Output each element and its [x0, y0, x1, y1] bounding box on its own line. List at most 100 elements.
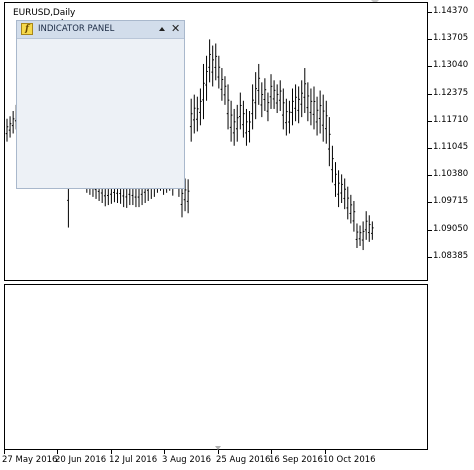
ohlc-bar	[272, 80, 276, 109]
ohlc-bar	[257, 63, 261, 105]
ohlc-bar	[367, 215, 371, 242]
ohlc-bar	[199, 88, 202, 126]
ohlc-bar	[226, 84, 230, 130]
indicator-panel[interactable]: f INDICATOR PANEL ✕	[16, 20, 185, 189]
time-navigation-marker-icon[interactable]	[215, 446, 221, 450]
ohlc-bar	[355, 223, 359, 249]
ohlc-bar	[189, 98, 193, 142]
date-tick	[57, 450, 58, 454]
ohlc-bar	[8, 116, 12, 138]
ohlc-bar	[186, 179, 190, 214]
ohlc-bar	[202, 63, 205, 120]
price-tick-label: 1.10380	[433, 169, 469, 180]
ohlc-bar	[254, 72, 257, 120]
date-tick	[111, 450, 112, 454]
date-tick-label: 3 Aug 2016	[162, 455, 212, 465]
price-tick-label: 1.13705	[433, 33, 469, 44]
ohlc-bar	[239, 92, 242, 130]
ohlc-bar	[288, 100, 291, 134]
price-tick-label: 1.11045	[433, 142, 469, 152]
ohlc-bar	[211, 45, 214, 87]
date-tick	[218, 450, 219, 454]
ohlc-bar	[352, 200, 356, 232]
ohlc-bar	[232, 108, 236, 146]
date-tick-label: 25 Aug 2016	[216, 455, 271, 465]
ohlc-bar	[223, 76, 227, 105]
price-tick	[428, 66, 432, 68]
ohlc-bar	[371, 221, 374, 240]
date-tick	[164, 450, 165, 454]
ohlc-bar	[285, 98, 288, 136]
ohlc-bar	[291, 88, 294, 126]
date-tick	[325, 450, 326, 454]
ohlc-bar	[214, 43, 218, 81]
date-tick-label: 10 Oct 2016	[323, 455, 376, 465]
ohlc-bar	[205, 55, 208, 101]
price-tick	[428, 39, 432, 41]
ohlc-bar	[11, 110, 15, 134]
panel-header[interactable]: f INDICATOR PANEL ✕	[17, 21, 184, 39]
ohlc-bar	[346, 186, 350, 220]
price-tick	[428, 256, 432, 258]
price-tick-label: 1.11710	[433, 114, 469, 125]
panel-title: INDICATOR PANEL	[38, 24, 115, 34]
price-tick-label: 1.09050	[433, 223, 469, 234]
ohlc-bar	[340, 174, 343, 204]
ohlc-bar	[278, 80, 282, 111]
ohlc-bar	[5, 118, 9, 142]
collapse-triangle-icon[interactable]	[159, 27, 165, 31]
ohlc-bar	[235, 104, 239, 142]
price-tick-label: 1.13040	[433, 60, 469, 71]
close-x-icon[interactable]: ✕	[171, 22, 180, 36]
ohlc-bar	[324, 100, 328, 144]
date-tick-label: 16 Sep 2016	[269, 455, 323, 465]
ohlc-bar	[343, 178, 346, 210]
ohlc-bar	[309, 88, 313, 126]
ohlc-bar	[318, 90, 322, 134]
price-tick-label: 1.12375	[433, 87, 469, 98]
date-tick	[271, 450, 272, 454]
date-tick	[4, 450, 5, 454]
date-tick-label: 27 May 2016	[2, 455, 58, 465]
ohlc-bar	[337, 170, 340, 208]
price-tick	[428, 148, 432, 149]
date-tick-label: 12 Jul 2016	[109, 455, 158, 465]
ohlc-bar	[196, 96, 199, 132]
ohlc-bar	[328, 117, 331, 167]
ohlc-bar	[275, 84, 279, 114]
ohlc-bar	[364, 211, 368, 240]
ohlc-bar	[245, 108, 248, 146]
ohlc-bar	[260, 82, 264, 118]
ohlc-bar	[251, 84, 254, 130]
price-tick	[428, 229, 432, 231]
ohlc-bar	[242, 100, 245, 138]
ohlc-bar	[282, 88, 285, 130]
indicator-f-icon: f	[21, 23, 33, 35]
price-tick-label: 1.14370	[433, 6, 469, 16]
ohlc-bar	[263, 78, 267, 111]
ohlc-bar	[269, 74, 273, 109]
price-tick	[428, 12, 432, 13]
ohlc-bar	[303, 68, 307, 114]
ohlc-bar	[358, 225, 362, 246]
ohlc-bar	[315, 96, 319, 136]
price-tick	[428, 120, 432, 122]
price-tick	[428, 93, 432, 95]
ohlc-bar	[297, 86, 300, 124]
ohlc-bar	[294, 84, 297, 122]
ohlc-bar	[220, 68, 224, 101]
ohlc-bar	[266, 92, 270, 122]
price-tick	[428, 202, 432, 204]
ohlc-bar	[361, 221, 365, 251]
price-tick	[428, 175, 432, 177]
ohlc-bar	[192, 94, 196, 134]
ohlc-bar	[208, 39, 211, 83]
ohlc-bar	[300, 80, 304, 118]
ohlc-bar	[312, 86, 316, 130]
price-tick-label: 1.08385	[433, 250, 469, 261]
ohlc-bar	[248, 110, 251, 143]
price-tick-label: 1.09715	[433, 196, 469, 207]
date-tick-label: 20 Jun 2016	[55, 455, 107, 465]
ohlc-bar	[349, 194, 353, 224]
ohlc-bar	[334, 162, 337, 197]
